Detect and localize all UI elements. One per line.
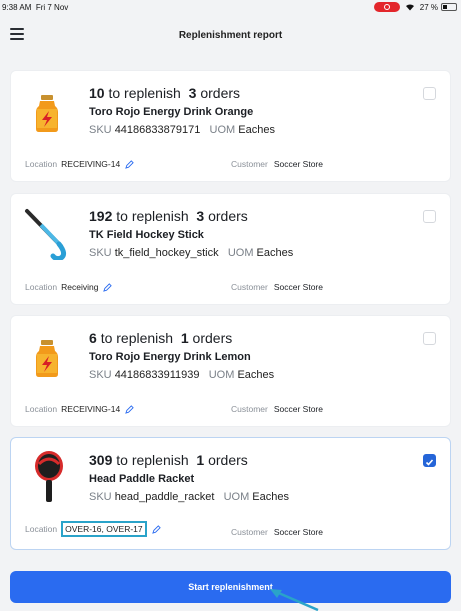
checkmark-icon	[425, 459, 434, 466]
status-bar: 9:38 AM Fri 7 Nov 27 %	[0, 0, 461, 14]
replenish-summary: 309 to replenish 1 orders	[89, 452, 248, 468]
energy-drink-bottle-icon	[36, 95, 58, 132]
customer-row: Customer Soccer Store	[231, 159, 323, 169]
edit-location-icon[interactable]	[125, 159, 134, 169]
product-name: Head Paddle Racket	[89, 473, 195, 485]
product-name: Toro Rojo Energy Drink Orange	[89, 106, 254, 118]
select-checkbox[interactable]	[423, 454, 436, 467]
select-checkbox[interactable]	[423, 87, 436, 100]
paddle-racket-icon	[35, 451, 63, 502]
location-row: Location OVER-16, OVER-17	[25, 521, 161, 537]
product-name: TK Field Hockey Stick	[89, 229, 204, 241]
customer-row: Customer Soccer Store	[231, 282, 323, 292]
product-meta: SKU 44186833911939 UOM Eaches	[89, 369, 275, 381]
location-row: Location RECEIVING-14	[25, 404, 134, 414]
select-checkbox[interactable]	[423, 332, 436, 345]
energy-drink-bottle-icon	[36, 340, 58, 377]
edit-location-icon[interactable]	[151, 524, 161, 534]
location-value-highlighted[interactable]: OVER-16, OVER-17	[61, 521, 147, 537]
replenish-card: 192 to replenish 3 orders TK Field Hocke…	[10, 193, 451, 305]
customer-row: Customer Soccer Store	[231, 404, 323, 414]
select-checkbox[interactable]	[423, 210, 436, 223]
location-value: Receiving	[61, 282, 99, 292]
status-time: 9:38 AM Fri 7 Nov	[2, 2, 69, 12]
location-value: RECEIVING-14	[61, 159, 121, 169]
replenish-summary: 10 to replenish 3 orders	[89, 85, 241, 101]
replenish-card-selected: 309 to replenish 1 orders Head Paddle Ra…	[10, 437, 451, 550]
hockey-stick-icon	[25, 209, 67, 260]
screen-record-icon	[373, 2, 400, 12]
edit-location-icon[interactable]	[103, 282, 113, 292]
top-bar: Replenishment report	[0, 14, 461, 56]
battery-icon	[441, 3, 457, 11]
location-row: Location RECEIVING-14	[25, 159, 134, 169]
page-title: Replenishment report	[178, 30, 283, 41]
replenish-summary: 6 to replenish 1 orders	[89, 330, 233, 346]
battery-percent: 27 %	[419, 2, 438, 12]
product-meta: SKU 44186833879171 UOM Eaches	[89, 124, 275, 136]
product-meta: SKU head_paddle_racket UOM Eaches	[89, 491, 289, 503]
replenish-summary: 192 to replenish 3 orders	[89, 208, 248, 224]
replenish-card: 10 to replenish 3 orders Toro Rojo Energ…	[10, 70, 451, 182]
edit-location-icon[interactable]	[125, 404, 134, 414]
location-value: RECEIVING-14	[61, 404, 121, 414]
replenish-card: 6 to replenish 1 orders Toro Rojo Energy…	[10, 315, 451, 427]
customer-row: Customer Soccer Store	[231, 527, 323, 537]
product-meta: SKU tk_field_hockey_stick UOM Eaches	[89, 247, 294, 259]
product-name: Toro Rojo Energy Drink Lemon	[89, 351, 251, 363]
wifi-icon	[405, 4, 414, 11]
location-row: Location Receiving	[25, 282, 113, 292]
start-replenishment-button[interactable]: Start replenishment	[10, 571, 451, 603]
